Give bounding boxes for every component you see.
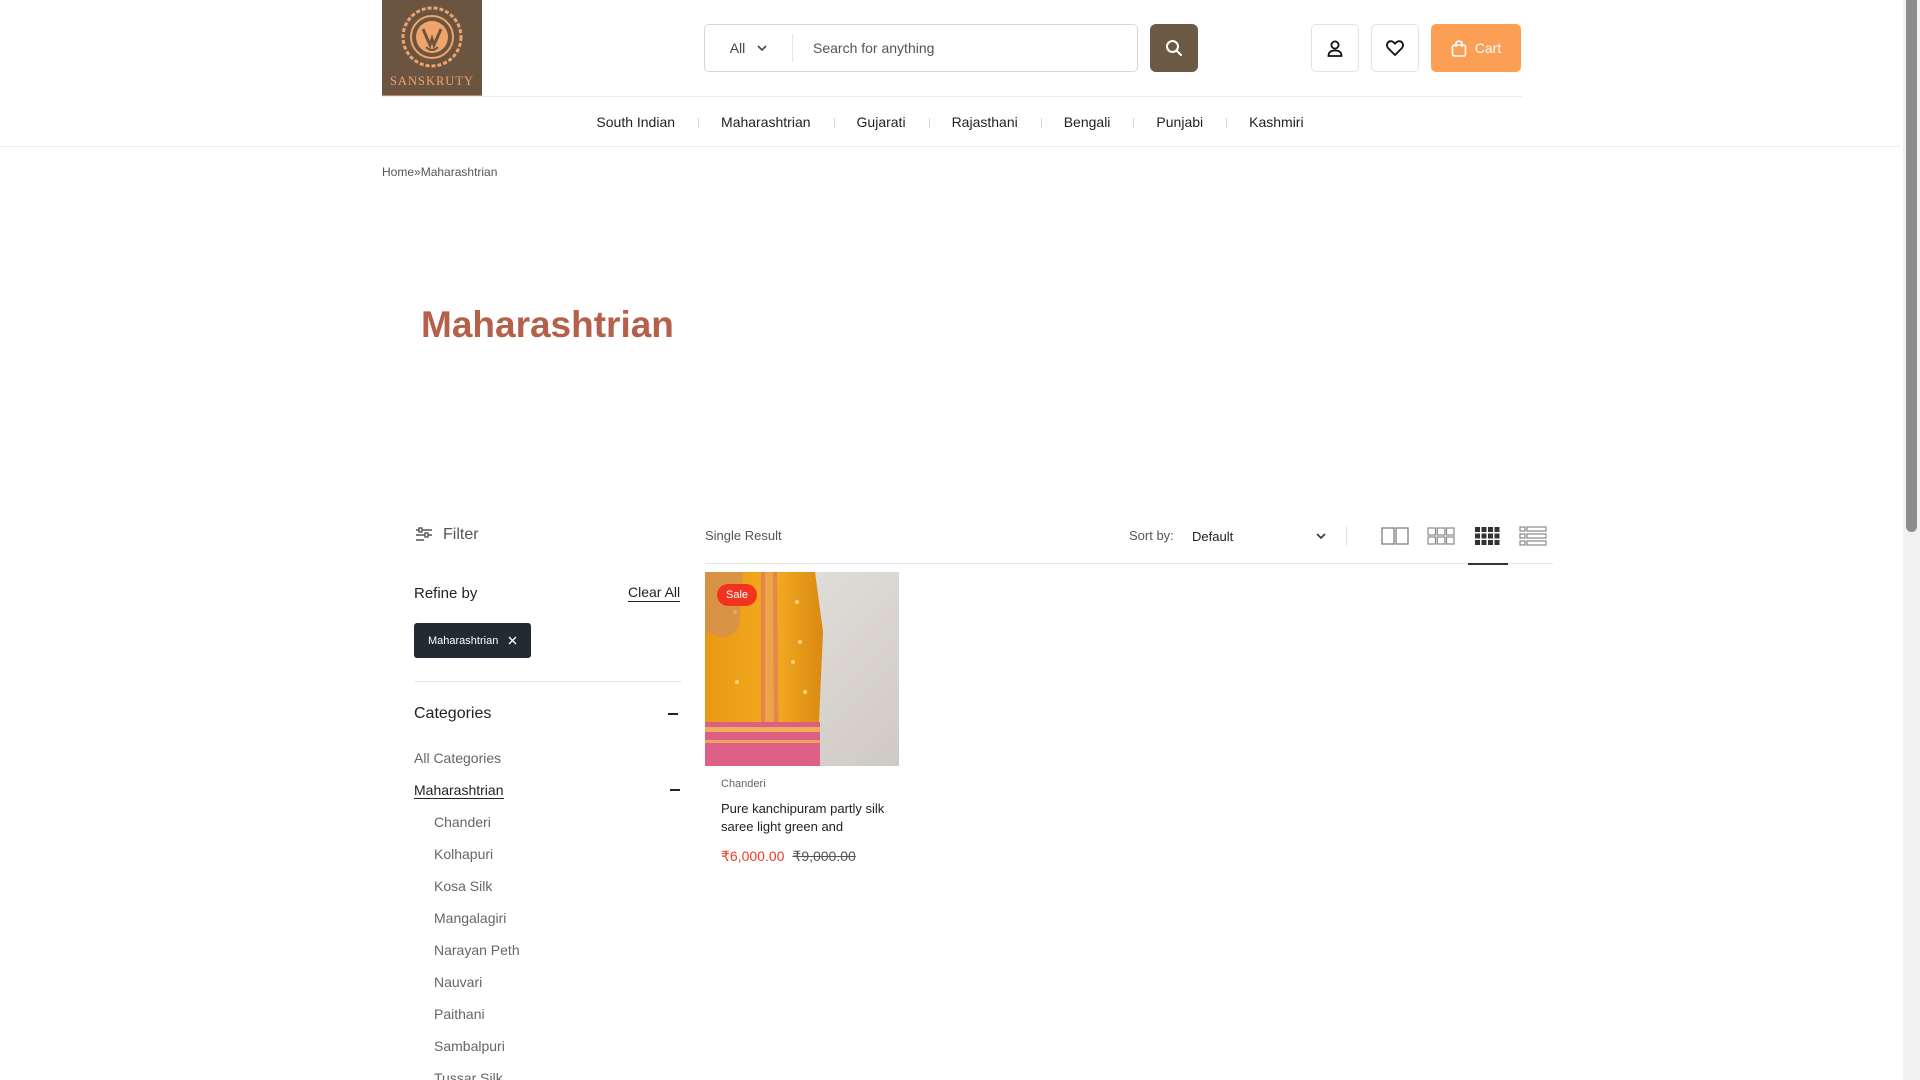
category-item-maharashtrian[interactable]: Maharashtrian: [414, 774, 682, 806]
nav-item-south-indian[interactable]: South Indian: [573, 114, 698, 130]
user-icon: [1327, 40, 1343, 57]
view-grid-3-button[interactable]: [1426, 524, 1456, 548]
nav-item-rajasthani[interactable]: Rajasthani: [928, 114, 1041, 130]
sort-select[interactable]: Default: [1192, 524, 1326, 548]
category-item-mangalagiri[interactable]: Mangalagiri: [414, 902, 682, 934]
list-icon: [1519, 526, 1547, 546]
view-grid-2-button[interactable]: [1380, 524, 1410, 548]
account-button[interactable]: [1311, 24, 1359, 72]
grid-2-icon: [1381, 527, 1409, 545]
toolbar-border: [705, 563, 1553, 564]
breadcrumb-separator: »: [414, 165, 421, 179]
categories-heading: Categories: [414, 705, 492, 722]
nav-item-punjabi[interactable]: Punjabi: [1133, 114, 1226, 130]
nav-divider: [0, 146, 1900, 147]
wishlist-button[interactable]: [1371, 24, 1419, 72]
sale-price: ₹6,000.00: [721, 848, 785, 864]
category-label: Narayan Peth: [434, 942, 520, 958]
search-input[interactable]: [793, 25, 1137, 71]
filter-sliders-icon: [416, 527, 432, 541]
sale-badge: Sale: [717, 584, 758, 606]
filter-label: Filter: [443, 526, 479, 543]
breadcrumb: Home»Maharashtrian: [382, 165, 497, 179]
nav-item-gujarati[interactable]: Gujarati: [833, 114, 929, 130]
category-label: Maharashtrian: [414, 781, 504, 799]
close-icon[interactable]: [508, 636, 517, 645]
search-category-select[interactable]: All: [705, 34, 793, 62]
category-label: Tussar Silk: [434, 1070, 503, 1080]
refine-by-heading: Refine by: [414, 585, 478, 602]
category-label: Mangalagiri: [434, 910, 507, 926]
category-item-narayan-peth[interactable]: Narayan Peth: [414, 934, 682, 966]
sort-label: Sort by:: [1129, 528, 1174, 543]
category-label: Sambalpuri: [434, 1038, 505, 1054]
category-item-sambalpuri[interactable]: Sambalpuri: [414, 1030, 682, 1062]
grid-3-icon: [1427, 527, 1455, 545]
scrollbar-thumb[interactable]: [1906, 0, 1917, 532]
category-label: Kolhapuri: [434, 846, 494, 862]
breadcrumb-home-link[interactable]: Home: [382, 165, 414, 179]
product-price: ₹6,000.00 ₹9,000.00: [721, 848, 899, 865]
breadcrumb-current: Maharashtrian: [420, 165, 498, 179]
category-label: Kosa Silk: [434, 878, 493, 894]
product-title[interactable]: Pure kanchipuram partly silk saree light…: [721, 800, 891, 836]
sidebar-divider: [414, 681, 682, 682]
subcategory-collapse-button[interactable]: [670, 783, 682, 797]
minus-icon: [668, 713, 678, 715]
cart-label: Cart: [1474, 40, 1502, 56]
category-label: Chanderi: [434, 814, 491, 830]
nav-item-kashmiri[interactable]: Kashmiri: [1226, 114, 1326, 130]
active-filter-chip[interactable]: Maharashtrian: [414, 623, 532, 658]
view-grid-4-button[interactable]: [1472, 524, 1502, 548]
shopping-bag-icon: [1451, 39, 1467, 57]
search-category-value: All: [729, 40, 746, 56]
toolbar-separator: [1346, 526, 1347, 546]
categories-collapse-button[interactable]: [668, 707, 680, 721]
nav-item-bengali[interactable]: Bengali: [1040, 114, 1134, 130]
search-button[interactable]: [1150, 24, 1198, 72]
category-item-all[interactable]: All Categories: [414, 742, 682, 774]
category-item-kolhapuri[interactable]: Kolhapuri: [414, 838, 682, 870]
category-item-chanderi[interactable]: Chanderi: [414, 806, 682, 838]
product-category[interactable]: Chanderi: [721, 778, 899, 790]
category-list: All Categories Maharashtrian Chanderi Ko…: [414, 742, 682, 1080]
category-label: All Categories: [414, 750, 502, 766]
view-list-button[interactable]: [1518, 524, 1548, 548]
category-item-paithani[interactable]: Paithani: [414, 998, 682, 1030]
main-navigation: South Indian Maharashtrian Gujarati Raja…: [0, 97, 1900, 147]
category-item-tussar-silk[interactable]: Tussar Silk: [414, 1062, 682, 1080]
product-image[interactable]: Sale: [705, 572, 899, 766]
sort-value: Default: [1192, 528, 1234, 544]
grid-4-icon: [1475, 527, 1500, 545]
results-count: Single Result: [705, 528, 782, 543]
clear-all-link[interactable]: Clear All: [628, 584, 681, 602]
filter-toggle-button[interactable]: Filter: [415, 526, 479, 544]
product-card[interactable]: Sale Chanderi Pure kanchipuram partly si…: [705, 572, 899, 865]
regular-price: ₹9,000.00: [792, 848, 856, 864]
category-item-nauvari[interactable]: Nauvari: [414, 966, 682, 998]
minus-icon: [670, 789, 680, 791]
logo-emblem-icon: [401, 6, 463, 68]
active-filter-label: Maharashtrian: [428, 634, 499, 647]
site-logo[interactable]: SANSKRUTY: [382, 0, 482, 97]
chevron-down-icon: [757, 44, 767, 51]
nav-item-maharashtrian[interactable]: Maharashtrian: [698, 114, 834, 130]
search-bar: All: [704, 24, 1138, 72]
cart-button[interactable]: Cart: [1431, 24, 1521, 72]
category-label: Nauvari: [434, 974, 483, 990]
search-icon: [1166, 40, 1182, 56]
logo-text: SANSKRUTY: [389, 74, 474, 88]
heart-icon: [1386, 40, 1404, 56]
active-view-indicator: [1468, 563, 1508, 565]
site-header: SANSKRUTY All Cart: [0, 0, 1900, 97]
chevron-down-icon: [1316, 532, 1326, 539]
page-title: Maharashtrian: [421, 304, 674, 345]
category-label: Paithani: [434, 1006, 485, 1022]
category-item-kosa-silk[interactable]: Kosa Silk: [414, 870, 682, 902]
page-scrollbar[interactable]: [1903, 0, 1920, 1080]
